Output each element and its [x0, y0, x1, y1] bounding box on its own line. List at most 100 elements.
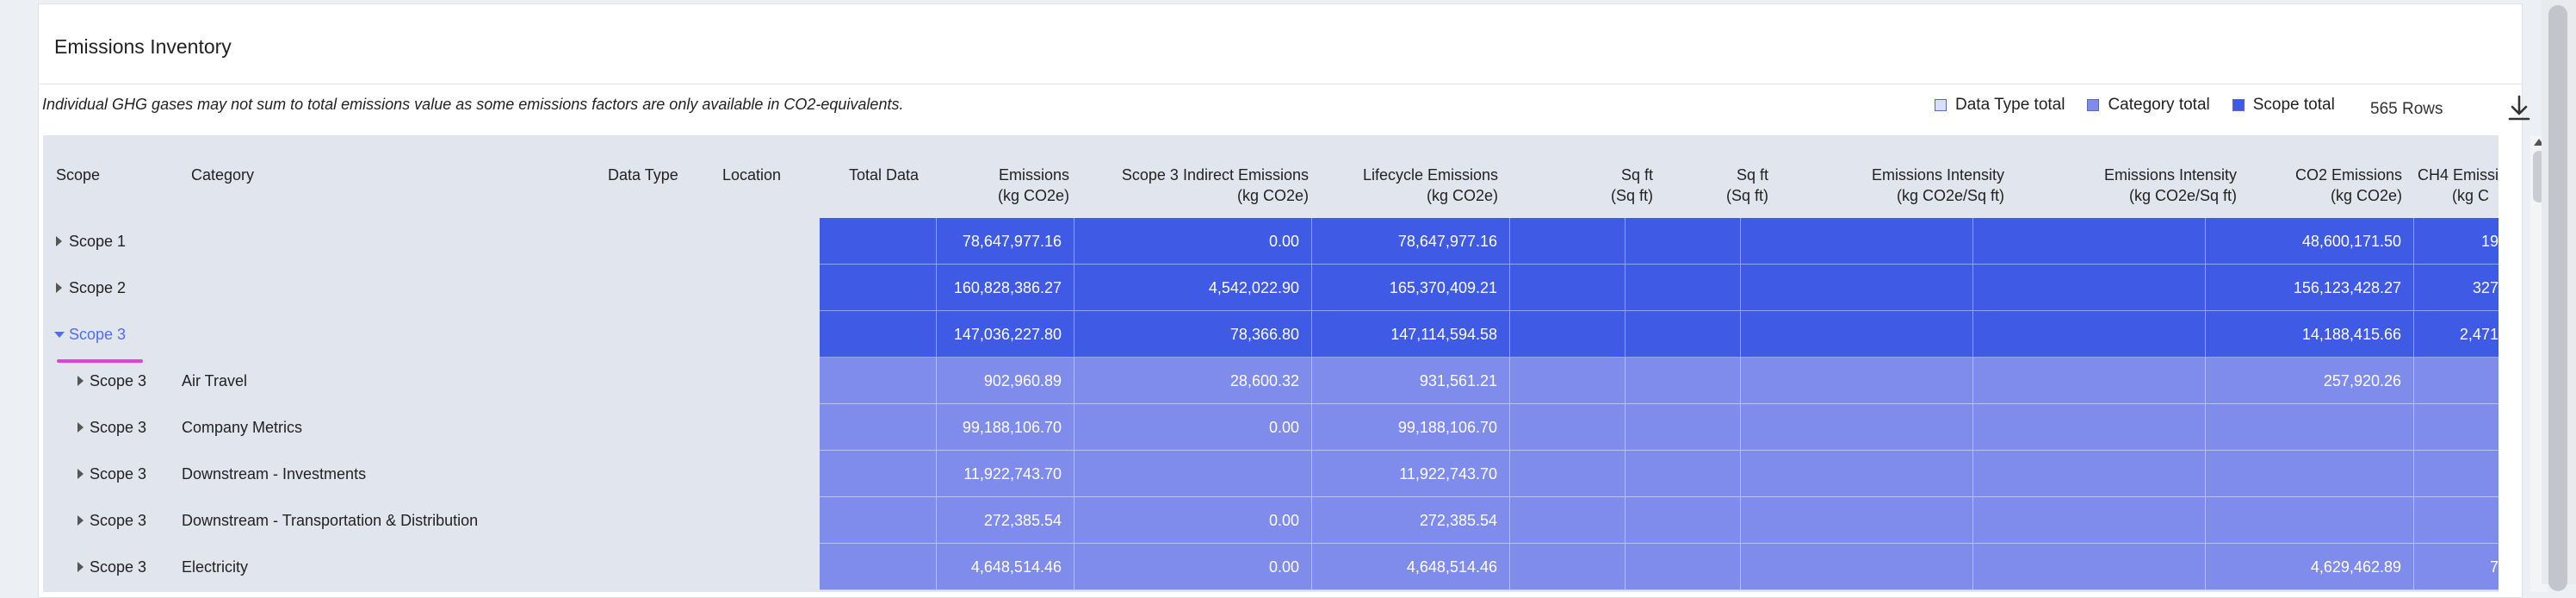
col-header-unit: (kg C — [2452, 187, 2490, 204]
cell-lifecycle: 4,648,514.46 — [1312, 544, 1510, 590]
cell-sqft-1 — [1510, 497, 1625, 544]
cell-scope3-indirect: 0.00 — [1074, 404, 1312, 451]
col-header-unit: (kg CO2e/Sq ft) — [1896, 187, 2004, 204]
caret-right-icon[interactable] — [77, 469, 84, 479]
row-scope: Scope 3 — [90, 372, 147, 389]
cell-intensity-1 — [1741, 404, 1973, 451]
table-row-company-metrics[interactable]: Scope 3 Company Metrics 99,188,106.70 0.… — [43, 404, 2499, 451]
col-header-intensity-1[interactable]: Emissions Intensity (kg CO2e/Sq ft) — [1817, 165, 2004, 206]
cell-intensity-2 — [1973, 311, 2206, 358]
cell-lifecycle: 165,370,409.21 — [1312, 265, 1510, 311]
cell-total-data — [820, 497, 937, 544]
cell-sqft-2 — [1625, 218, 1741, 265]
col-header-line: Sq ft — [1736, 166, 1768, 184]
cell-sqft-2 — [1625, 265, 1741, 311]
cell-intensity-1 — [1741, 311, 1973, 358]
download-button[interactable] — [2506, 94, 2532, 123]
col-header-sqft-2[interactable]: Sq ft (Sq ft) — [1700, 165, 1768, 206]
cell-sqft-2 — [1625, 311, 1741, 358]
col-header-location[interactable]: Location — [722, 165, 781, 185]
cell-sqft-2 — [1625, 497, 1741, 544]
cell-sqft-1 — [1510, 404, 1625, 451]
row-scope: Scope 3 — [90, 512, 147, 529]
cell-intensity-2 — [1973, 218, 2206, 265]
cell-total-data — [820, 451, 937, 497]
col-header-unit: (kg CO2e) — [2330, 187, 2402, 204]
caret-right-icon[interactable] — [56, 236, 62, 246]
col-header-category[interactable]: Category — [191, 165, 254, 185]
table-row-air-travel[interactable]: Scope 3 Air Travel 902,960.89 28,600.32 … — [43, 358, 2499, 404]
cell-lifecycle: 931,561.21 — [1312, 358, 1510, 404]
caret-right-icon[interactable] — [77, 376, 84, 386]
cell-sqft-2 — [1625, 544, 1741, 590]
legend-data-type-total: Data Type total — [1935, 96, 2065, 115]
cell-total-data — [820, 265, 937, 311]
cell-emissions: 902,960.89 — [937, 358, 1074, 404]
cell-intensity-1 — [1741, 265, 1973, 311]
cell-total-data — [820, 544, 937, 590]
cell-total-data — [820, 404, 937, 451]
cell-intensity-2 — [1973, 497, 2206, 544]
col-header-unit: (Sq ft) — [1610, 187, 1653, 204]
row-scope: Scope 3 — [90, 558, 147, 576]
caret-right-icon[interactable] — [77, 562, 84, 572]
legend-category-total: Category total — [2087, 96, 2210, 115]
cell-co2 — [2206, 497, 2414, 544]
table-row-scope-3[interactable]: Scope 3 147,036,227.80 78,366.80 147,114… — [43, 311, 2499, 363]
caret-right-icon[interactable] — [77, 422, 84, 433]
table-header: Scope Category Data Type Location Total … — [43, 135, 2499, 218]
page-vertical-scrollbar[interactable] — [2542, 0, 2576, 591]
col-header-scope3-indirect[interactable]: Scope 3 Indirect Emissions (kg CO2e) — [1102, 165, 1309, 206]
table-row-scope-1[interactable]: Scope 1 78,647,977.16 0.00 78,647,977.16… — [43, 218, 2499, 265]
cell-lifecycle: 147,114,594.58 — [1312, 311, 1510, 358]
legend: Data Type total Category total Scope tot… — [1935, 96, 2349, 115]
cell-sqft-2 — [1625, 451, 1741, 497]
cell-intensity-2 — [1973, 404, 2206, 451]
col-header-sqft-1[interactable]: Sq ft (Sq ft) — [1584, 165, 1653, 206]
row-scope: Scope 1 — [69, 233, 127, 250]
cell-co2: 48,600,171.50 — [2206, 218, 2414, 265]
cell-ch4 — [2414, 404, 2499, 451]
download-icon — [2508, 95, 2530, 121]
cell-sqft-1 — [1510, 451, 1625, 497]
cell-intensity-2 — [1973, 544, 2206, 590]
cell-intensity-2 — [1973, 358, 2206, 404]
cell-intensity-2 — [1973, 265, 2206, 311]
cell-emissions: 272,385.54 — [937, 497, 1074, 544]
row-scope: Scope 3 — [90, 419, 147, 436]
page-scroll-thumb[interactable] — [2548, 5, 2567, 591]
legend-label: Scope total — [2252, 96, 2335, 114]
caret-right-icon[interactable] — [56, 283, 62, 293]
col-header-unit: (kg CO2e/Sq ft) — [2128, 187, 2237, 204]
cell-sqft-1 — [1510, 265, 1625, 311]
col-header-line: CO2 Emissions — [2294, 166, 2402, 184]
col-header-emissions[interactable]: Emissions (kg CO2e) — [949, 165, 1069, 206]
row-scope: Scope 2 — [69, 279, 127, 296]
cell-ch4: 2,471,433 — [2414, 311, 2499, 358]
cell-scope3-indirect: 0.00 — [1074, 544, 1312, 590]
col-header-co2[interactable]: CO2 Emissions (kg CO2e) — [2282, 165, 2402, 206]
cell-intensity-1 — [1741, 218, 1973, 265]
table-row-scope-2[interactable]: Scope 2 160,828,386.27 4,542,022.90 165,… — [43, 265, 2499, 311]
col-header-intensity-2[interactable]: Emissions Intensity (kg CO2e/Sq ft) — [2049, 165, 2237, 206]
cell-emissions: 160,828,386.27 — [937, 265, 1074, 311]
table-row-downstream-transportation[interactable]: Scope 3 Downstream - Transportation & Di… — [43, 497, 2499, 544]
cell-emissions: 4,648,514.46 — [937, 544, 1074, 590]
caret-down-icon[interactable] — [54, 332, 65, 338]
cell-ch4 — [2414, 451, 2499, 497]
caret-right-icon[interactable] — [77, 515, 84, 526]
cell-sqft-2 — [1625, 358, 1741, 404]
col-header-data-type[interactable]: Data Type — [608, 165, 678, 185]
cell-co2: 156,123,428.27 — [2206, 265, 2414, 311]
cell-emissions: 11,922,743.70 — [937, 451, 1074, 497]
cell-co2: 14,188,415.66 — [2206, 311, 2414, 358]
col-header-total-data[interactable]: Total Data — [849, 165, 919, 185]
col-header-scope[interactable]: Scope — [56, 165, 100, 185]
cell-emissions: 78,647,977.16 — [937, 218, 1074, 265]
table-row-electricity[interactable]: Scope 3 Electricity 4,648,514.46 0.00 4,… — [43, 544, 2499, 590]
emissions-table: Scope Category Data Type Location Total … — [43, 135, 2499, 592]
table-row-downstream-investments[interactable]: Scope 3 Downstream - Investments 11,922,… — [43, 451, 2499, 497]
cell-ch4: 19,656 — [2414, 218, 2499, 265]
col-header-ch4[interactable]: CH4 Emissi (kg C — [2418, 165, 2499, 206]
col-header-lifecycle[interactable]: Lifecycle Emissions (kg CO2e) — [1326, 165, 1498, 206]
